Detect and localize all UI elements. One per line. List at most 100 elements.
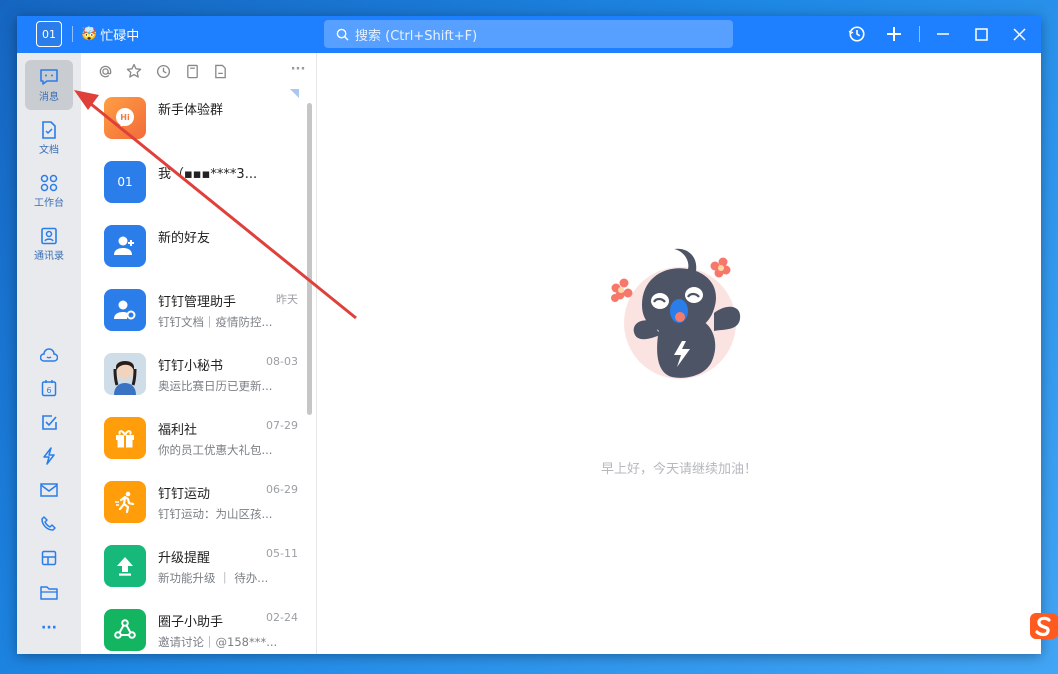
nav-cloud-button[interactable] [39,345,59,365]
search-icon [336,28,349,41]
bookmark-icon [186,64,198,78]
conversation-name: 钉钉运动 [158,487,211,502]
title-divider-right [919,26,920,42]
conversation-time: 02-24 [266,611,298,624]
conversation-preview: 你的员工优惠大礼包... [158,443,273,457]
list-item[interactable]: 圈子小助手 02-24 邀请讨论｜@158***... [81,601,309,654]
history-icon [848,26,865,42]
list-scrollbar[interactable] [307,103,312,415]
conversation-name: 新手体验群 [158,103,224,118]
message-icon [40,68,58,85]
nav-ding-button[interactable] [39,446,59,466]
left-navigation: 消息 文档 工作台 通讯录 6 ··· [17,53,81,654]
nav-todo-button[interactable] [39,412,59,432]
contacts-icon [41,227,57,244]
file-icon [214,64,226,78]
status-button[interactable]: 🤯 忙碌中 [81,24,139,44]
star-icon [126,63,142,78]
nav-label-workbench: 工作台 [34,197,64,209]
conversation-name: 福利社 [158,423,198,438]
conversation-name: 钉钉管理助手 [158,295,237,310]
arrow-up-icon [117,557,133,576]
busy-status-icon: 🤯 [81,26,98,42]
filter-saved-button[interactable] [183,62,201,80]
minimize-icon [937,33,949,35]
clock-icon [156,64,170,78]
minimize-button[interactable] [932,23,954,45]
list-item[interactable]: 01 我（▪▪▪****3... [81,153,309,217]
nav-folder-button[interactable] [39,582,59,602]
search-placeholder: 搜索 (Ctrl+Shift+F) [355,28,478,44]
nav-label-documents: 文档 [39,144,59,156]
list-item[interactable]: 福利社 07-29 你的员工优惠大礼包... [81,409,309,473]
list-item[interactable]: Hi 新手体验群 [81,89,309,153]
conversation-name: 新的好友 [158,231,211,246]
empty-chat-panel: 早上好，今天请继续加油！ [317,53,1041,654]
filter-files-button[interactable] [211,62,229,80]
calendar-icon: 6 [41,380,57,397]
mascot-illustration [611,248,741,379]
nav-item-documents[interactable]: 文档 [25,113,73,163]
list-filter-toolbar: ··· [81,53,317,89]
conversation-time: 08-03 [266,355,298,368]
maximize-button[interactable] [970,23,992,45]
add-user-icon [114,236,134,255]
nav-label-messages: 消息 [39,91,59,103]
svg-text:Hi: Hi [120,113,130,122]
list-item[interactable]: 钉钉管理助手 昨天 钉钉文档｜疫情防控... [81,281,309,345]
list-item[interactable]: 钉钉小秘书 08-03 奥运比赛日历已更新... [81,345,309,409]
nav-more-button[interactable]: ··· [39,618,59,638]
list-item[interactable]: 新的好友 [81,217,309,281]
lightning-icon [43,447,55,465]
smile-cloud-icon [40,348,58,362]
filter-starred-button[interactable] [125,62,143,80]
plus-icon [887,27,901,41]
status-text: 忙碌中 [100,28,140,44]
maximize-icon [974,27,988,41]
panel-icon [41,550,57,566]
nav-box-button[interactable] [39,548,59,568]
nav-item-workbench[interactable]: 工作台 [25,166,73,216]
new-friend-avatar [104,225,146,267]
input-method-icon[interactable] [1028,610,1058,642]
list-more-button[interactable]: ··· [289,60,307,78]
nav-calendar-button[interactable]: 6 [39,378,59,398]
at-icon [99,65,111,77]
close-icon [1012,27,1026,41]
history-button[interactable] [846,23,868,45]
circle-assistant-avatar [104,609,146,651]
conversation-preview: 新功能升级 ｜ 待办... [158,571,269,585]
filter-mention-button[interactable] [96,62,114,80]
conversation-name: 升级提醒 [158,551,211,566]
filter-recent-button[interactable] [154,62,172,80]
workbench-icon [40,174,58,191]
add-button[interactable] [883,23,905,45]
nav-label-contacts: 通讯录 [34,250,64,262]
hi-bubble-icon: Hi [116,108,134,128]
conversation-time: 07-29 [266,419,298,432]
list-item[interactable]: 升级提醒 05-11 新功能升级 ｜ 待办... [81,537,309,601]
checkbox-icon [41,414,57,430]
search-input[interactable]: 搜索 (Ctrl+Shift+F) [324,20,733,48]
nav-mail-button[interactable] [39,480,59,500]
phone-icon [41,516,56,531]
conversation-time: 06-29 [266,483,298,496]
nav-item-contacts[interactable]: 通讯录 [25,219,73,269]
conversation-preview: 钉钉运动：为山区孩... [158,507,273,521]
conversation-name: 圈子小助手 [158,615,224,630]
folder-icon [40,585,58,600]
gift-icon [116,430,134,448]
nav-phone-button[interactable] [39,514,59,534]
list-item[interactable]: 钉钉运动 06-29 钉钉运动：为山区孩... [81,473,309,537]
greeting-text: 早上好，今天请继续加油！ [600,462,757,477]
conversation-preview: 奥运比赛日历已更新... [158,379,273,393]
network-icon [114,619,136,639]
nav-item-messages[interactable]: 消息 [25,60,73,110]
secretary-avatar [104,353,146,395]
user-avatar[interactable]: 01 [36,21,62,47]
sport-avatar [104,481,146,523]
person-photo-icon [104,353,146,395]
close-button[interactable] [1008,23,1030,45]
conversation-time: 昨天 [276,293,298,306]
running-icon [115,491,135,514]
